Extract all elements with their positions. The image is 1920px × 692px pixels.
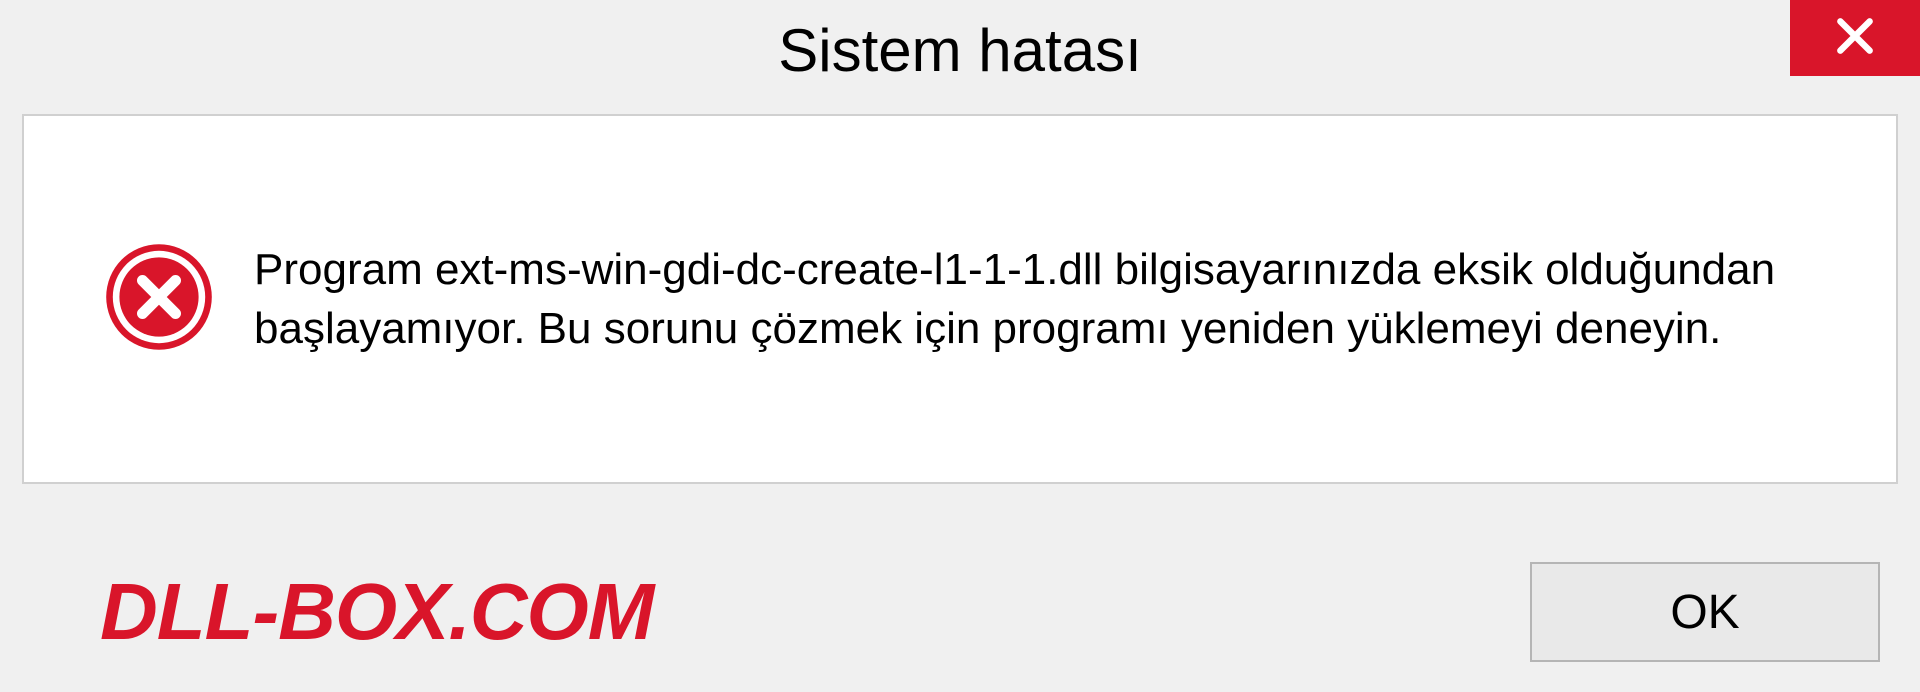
titlebar: Sistem hatası — [0, 0, 1920, 100]
dialog-content: Program ext-ms-win-gdi-dc-create-l1-1-1.… — [22, 114, 1898, 484]
dialog-message: Program ext-ms-win-gdi-dc-create-l1-1-1.… — [254, 240, 1856, 359]
dialog-footer: DLL-BOX.COM OK — [0, 562, 1920, 662]
close-icon — [1833, 14, 1877, 63]
error-icon — [104, 242, 214, 357]
close-button[interactable] — [1790, 0, 1920, 76]
dialog-title: Sistem hatası — [778, 16, 1142, 85]
brand-watermark: DLL-BOX.COM — [100, 566, 653, 658]
ok-button[interactable]: OK — [1530, 562, 1880, 662]
